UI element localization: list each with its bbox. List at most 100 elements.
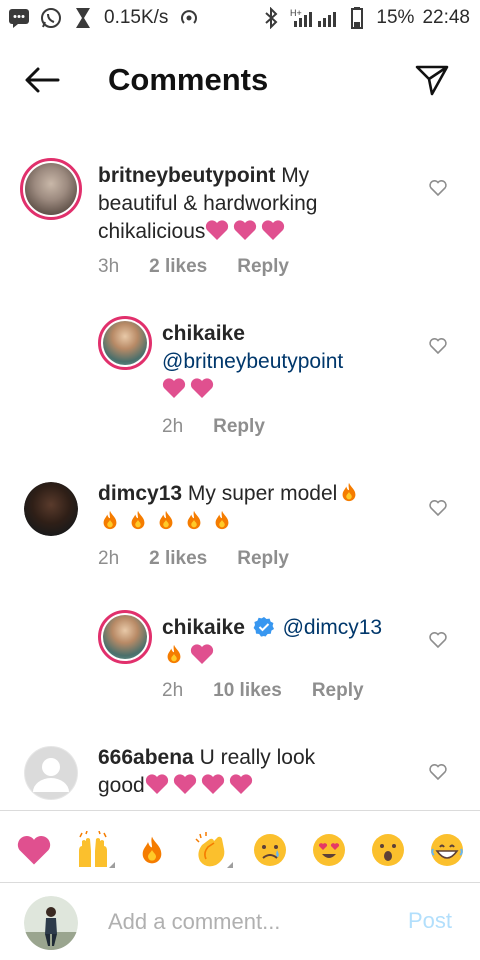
clapping-hands-emoji-button[interactable] bbox=[189, 828, 233, 872]
fire-icon bbox=[131, 510, 145, 530]
heart-outline-icon[interactable] bbox=[428, 762, 448, 782]
hotspot-icon bbox=[178, 7, 200, 29]
comment-input-bar: Post bbox=[0, 890, 480, 954]
page-title: Comments bbox=[108, 62, 269, 97]
pink-heart-icon bbox=[162, 378, 186, 398]
divider bbox=[0, 882, 480, 883]
avatar[interactable] bbox=[24, 482, 78, 536]
clapping-hands-emoji-icon bbox=[194, 832, 224, 867]
pink-heart-icon bbox=[173, 774, 196, 794]
network-speed: 0.15K/s bbox=[104, 7, 169, 28]
raised-hands-emoji-button[interactable] bbox=[71, 828, 115, 872]
heart-outline-icon[interactable] bbox=[428, 498, 448, 518]
surprised-face-emoji-icon bbox=[371, 834, 404, 866]
comment-meta: 2h 2 likes Reply bbox=[98, 548, 289, 570]
pink-heart-icon bbox=[190, 644, 214, 664]
variant-indicator bbox=[108, 862, 115, 868]
reply-item: chikaike @dimcy13 2h 10 likes Reply bbox=[0, 608, 480, 718]
comment-time: 2h bbox=[162, 416, 184, 437]
hourglass-icon bbox=[72, 7, 94, 29]
post-button[interactable]: Post bbox=[408, 908, 452, 934]
surprised-face-emoji-button[interactable] bbox=[366, 828, 410, 872]
comment-text: chikaike @britneybeutypoint bbox=[162, 320, 422, 404]
comment-item: dimcy13 My super model 2h 2 likes Reply bbox=[0, 478, 480, 588]
reply-button[interactable]: Reply bbox=[237, 548, 289, 570]
comment-input[interactable] bbox=[108, 906, 388, 938]
fire-icon bbox=[187, 510, 201, 530]
comment-time: 3h bbox=[98, 256, 120, 277]
sad-face-emoji-button[interactable] bbox=[248, 828, 292, 872]
arrow-left-icon bbox=[25, 67, 60, 93]
heart-outline-icon[interactable] bbox=[428, 336, 448, 356]
comment-body: chikalicious bbox=[98, 220, 206, 243]
comment-username[interactable]: chikaike bbox=[162, 616, 245, 639]
comment-body: My super model bbox=[187, 482, 338, 505]
fire-icon bbox=[103, 510, 117, 530]
paper-plane-icon bbox=[415, 65, 449, 96]
sad-face-emoji-icon bbox=[253, 834, 286, 866]
heart-eyes-emoji-icon bbox=[312, 834, 345, 866]
reply-button[interactable]: Reply bbox=[312, 680, 364, 702]
comment-likes[interactable]: 2 likes bbox=[149, 548, 207, 570]
mention-link[interactable]: @britneybeutypoint bbox=[162, 350, 343, 373]
comment-text: britneybeutypoint My beautiful & hardwor… bbox=[98, 162, 418, 246]
comment-username[interactable]: britneybeutypoint bbox=[98, 164, 275, 187]
heart-eyes-emoji-button[interactable] bbox=[307, 828, 351, 872]
my-avatar bbox=[24, 896, 78, 950]
comment-body: good bbox=[98, 774, 145, 797]
battery-icon bbox=[346, 7, 368, 29]
comment-body: U really look bbox=[199, 746, 316, 769]
user-photo-icon bbox=[24, 896, 78, 950]
avatar[interactable] bbox=[24, 746, 78, 800]
mention-link[interactable]: @dimcy13 bbox=[283, 616, 383, 639]
share-button[interactable] bbox=[412, 60, 452, 100]
svg-text:H+: H+ bbox=[290, 8, 302, 18]
fire-emoji-icon bbox=[142, 836, 161, 864]
comment-likes[interactable]: 2 likes bbox=[149, 256, 207, 278]
avatar[interactable] bbox=[20, 158, 82, 220]
reply-button[interactable]: Reply bbox=[237, 256, 289, 278]
comment-text: dimcy13 My super model bbox=[98, 480, 418, 536]
divider bbox=[0, 810, 480, 811]
heart-emoji-icon bbox=[17, 836, 50, 865]
comment-likes[interactable]: 10 likes bbox=[213, 680, 282, 702]
avatar[interactable] bbox=[98, 610, 152, 664]
fire-icon bbox=[167, 644, 181, 664]
header: Comments bbox=[0, 52, 480, 108]
pink-heart-icon bbox=[206, 220, 229, 240]
comment-item: britneybeutypoint My beautiful & hardwor… bbox=[0, 156, 480, 296]
clock: 22:48 bbox=[422, 7, 470, 28]
heart-outline-icon[interactable] bbox=[428, 178, 448, 198]
pink-heart-icon bbox=[229, 774, 252, 794]
heart-emoji-button[interactable] bbox=[12, 828, 56, 872]
grinning-face-emoji-icon bbox=[430, 834, 463, 866]
reply-button[interactable]: Reply bbox=[213, 416, 265, 438]
reply-item: chikaike @britneybeutypoint 2h Reply bbox=[0, 314, 480, 444]
status-bar: 0.15K/s H+ 15% 22:48 bbox=[0, 0, 480, 36]
avatar[interactable] bbox=[98, 316, 152, 370]
comment-meta: 2h Reply bbox=[162, 416, 265, 438]
signal-icon: H+ bbox=[290, 7, 338, 29]
comment-username[interactable]: 666abena bbox=[98, 746, 194, 769]
comment-username[interactable]: dimcy13 bbox=[98, 482, 182, 505]
default-avatar-icon bbox=[25, 747, 77, 799]
comment-item: 666abena U really look good bbox=[0, 742, 480, 808]
battery-level: 15% bbox=[376, 7, 415, 28]
message-icon bbox=[8, 7, 30, 29]
pink-heart-icon bbox=[262, 220, 285, 240]
comment-time: 2h bbox=[98, 548, 120, 569]
whatsapp-icon bbox=[40, 7, 62, 29]
back-button[interactable] bbox=[22, 62, 62, 98]
fire-emoji-button[interactable] bbox=[130, 828, 174, 872]
bluetooth-icon bbox=[260, 7, 282, 29]
emoji-quick-bar bbox=[0, 824, 480, 876]
pink-heart-icon bbox=[190, 378, 214, 398]
pink-heart-icon bbox=[201, 774, 224, 794]
heart-outline-icon[interactable] bbox=[428, 630, 448, 650]
comment-body: beautiful & hardworking bbox=[98, 192, 318, 215]
fire-icon bbox=[159, 510, 173, 530]
grinning-face-emoji-button[interactable] bbox=[425, 828, 469, 872]
pink-heart-icon bbox=[234, 220, 257, 240]
pink-heart-icon bbox=[145, 774, 168, 794]
comment-username[interactable]: chikaike bbox=[162, 322, 245, 345]
